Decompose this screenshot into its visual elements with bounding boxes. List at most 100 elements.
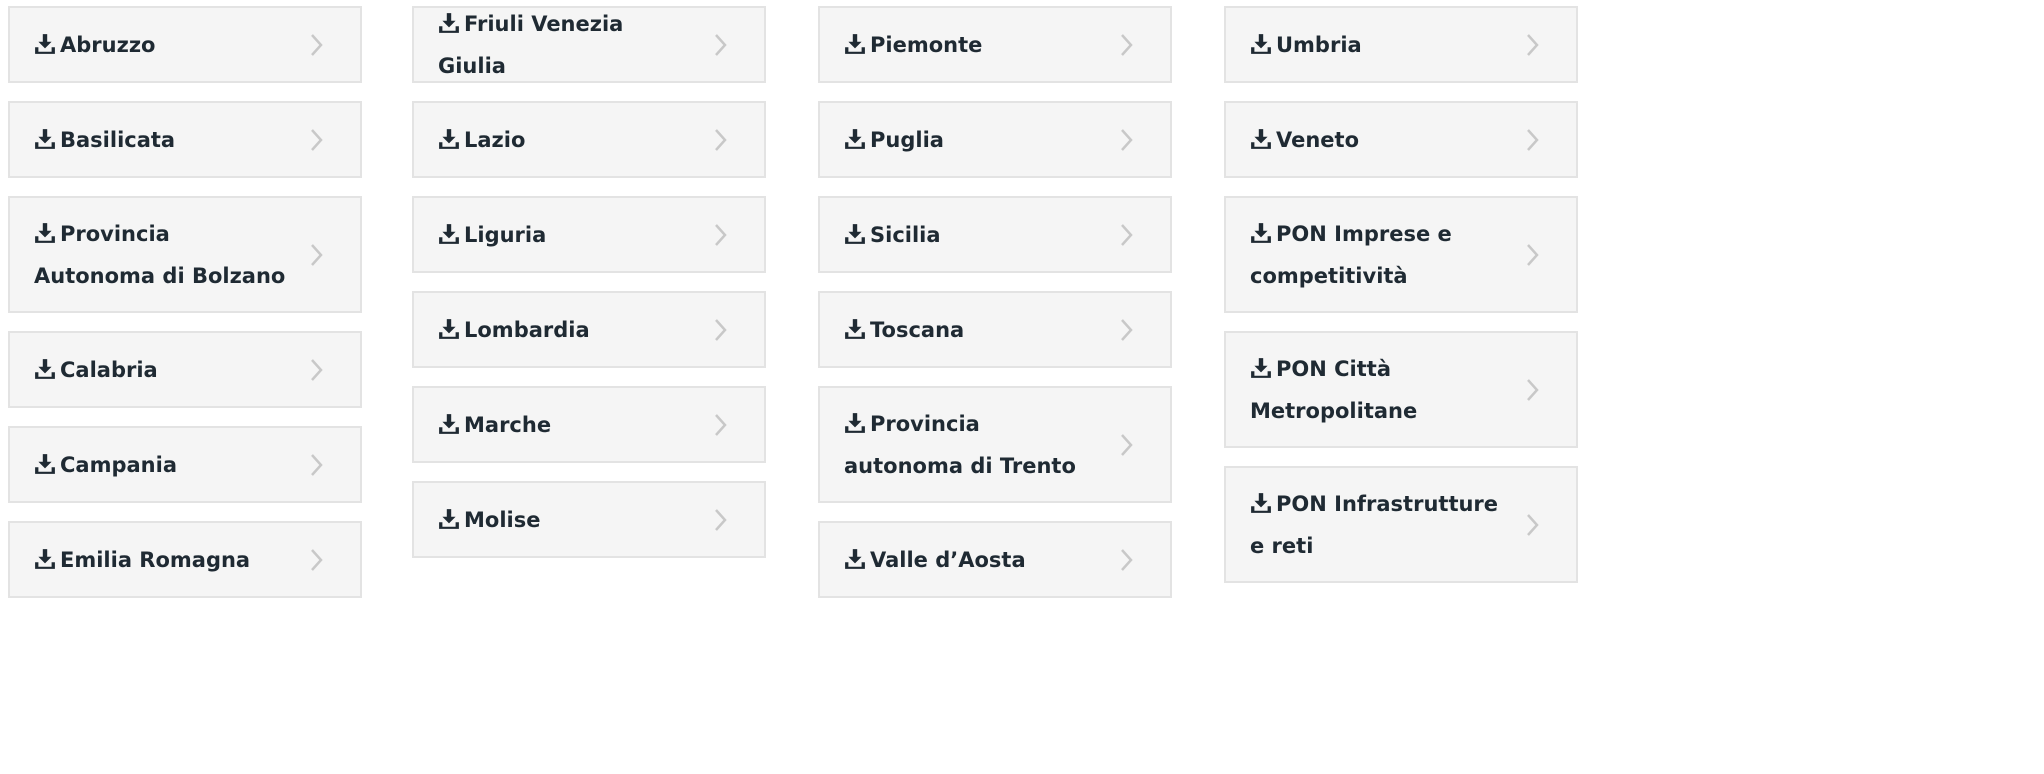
download-icon	[845, 412, 865, 433]
download-icon	[1251, 357, 1271, 378]
download-icon	[35, 33, 55, 54]
download-item-pon-infrastrutture[interactable]: PON Infrastrutture e reti	[1224, 466, 1578, 583]
download-item-pon-imprese[interactable]: PON Imprese e competitività	[1224, 196, 1578, 313]
download-item-toscana[interactable]: Toscana	[818, 291, 1172, 368]
item-text: Calabria	[34, 349, 290, 391]
item-text: Provincia Autonoma di Bolzano	[34, 213, 290, 297]
item-text: PON Città Metropolitane	[1250, 348, 1506, 432]
download-icon	[1251, 128, 1271, 149]
item-label: Marche	[464, 412, 552, 437]
download-icon	[845, 128, 865, 149]
item-text: Puglia	[844, 119, 1100, 161]
download-item-veneto[interactable]: Veneto	[1224, 101, 1578, 178]
item-label: Toscana	[870, 317, 965, 342]
item-text: Provincia autonoma di Trento	[844, 403, 1100, 487]
download-icon	[35, 222, 55, 243]
download-item-sicilia[interactable]: Sicilia	[818, 196, 1172, 273]
download-item-calabria[interactable]: Calabria	[8, 331, 362, 408]
download-item-valle-daosta[interactable]: Valle d’Aosta	[818, 521, 1172, 598]
chevron-right-icon	[311, 358, 323, 381]
item-label: PON Infrastrutture e reti	[1250, 491, 1499, 558]
chevron-right-icon	[311, 453, 323, 476]
chevron-right-icon	[1527, 243, 1539, 266]
download-icon	[439, 318, 459, 339]
item-text: Liguria	[438, 214, 694, 256]
item-label: Veneto	[1276, 127, 1360, 152]
download-item-piemonte[interactable]: Piemonte	[818, 6, 1172, 83]
chevron-right-icon	[311, 33, 323, 56]
download-item-molise[interactable]: Molise	[412, 481, 766, 558]
chevron-right-icon	[311, 548, 323, 571]
item-text: Toscana	[844, 309, 1100, 351]
download-item-abruzzo[interactable]: Abruzzo	[8, 6, 362, 83]
download-icon	[439, 12, 459, 33]
download-icon	[35, 358, 55, 379]
item-label: Calabria	[60, 357, 158, 382]
item-text: Umbria	[1250, 24, 1506, 66]
download-item-umbria[interactable]: Umbria	[1224, 6, 1578, 83]
download-icon	[35, 453, 55, 474]
chevron-right-icon	[1527, 33, 1539, 56]
item-label: Lombardia	[464, 317, 590, 342]
item-text: PON Infrastrutture e reti	[1250, 483, 1506, 567]
item-label: Campania	[60, 452, 177, 477]
item-text: Friuli Venezia Giulia	[438, 3, 694, 87]
chevron-right-icon	[715, 223, 727, 246]
download-item-trento[interactable]: Provincia autonoma di Trento	[818, 386, 1172, 503]
chevron-right-icon	[715, 128, 727, 151]
download-item-marche[interactable]: Marche	[412, 386, 766, 463]
download-item-pon-citta[interactable]: PON Città Metropolitane	[1224, 331, 1578, 448]
item-text: Lazio	[438, 119, 694, 161]
download-icon	[1251, 222, 1271, 243]
item-label: Friuli Venezia Giulia	[438, 11, 624, 78]
download-item-puglia[interactable]: Puglia	[818, 101, 1172, 178]
download-icon	[1251, 33, 1271, 54]
chevron-right-icon	[311, 128, 323, 151]
item-text: Basilicata	[34, 119, 290, 161]
download-item-emilia-romagna[interactable]: Emilia Romagna	[8, 521, 362, 598]
item-label: Provincia autonoma di Trento	[844, 411, 1076, 478]
item-label: Provincia Autonoma di Bolzano	[34, 221, 286, 288]
item-text: Sicilia	[844, 214, 1100, 256]
item-text: PON Imprese e competitività	[1250, 213, 1506, 297]
item-label: Puglia	[870, 127, 944, 152]
download-item-lombardia[interactable]: Lombardia	[412, 291, 766, 368]
item-text: Piemonte	[844, 24, 1100, 66]
download-item-campania[interactable]: Campania	[8, 426, 362, 503]
item-text: Molise	[438, 499, 694, 541]
chevron-right-icon	[1527, 378, 1539, 401]
item-text: Veneto	[1250, 119, 1506, 161]
chevron-right-icon	[1527, 128, 1539, 151]
chevron-right-icon	[715, 33, 727, 56]
download-item-basilicata[interactable]: Basilicata	[8, 101, 362, 178]
download-icon	[845, 548, 865, 569]
download-item-lazio[interactable]: Lazio	[412, 101, 766, 178]
download-item-friuli[interactable]: Friuli Venezia Giulia	[412, 6, 766, 83]
download-icon	[35, 548, 55, 569]
item-text: Emilia Romagna	[34, 539, 290, 581]
download-icon	[35, 128, 55, 149]
download-item-bolzano[interactable]: Provincia Autonoma di Bolzano	[8, 196, 362, 313]
chevron-right-icon	[1121, 433, 1133, 456]
item-label: Emilia Romagna	[60, 547, 251, 572]
download-item-liguria[interactable]: Liguria	[412, 196, 766, 273]
chevron-right-icon	[1121, 318, 1133, 341]
download-icon	[845, 33, 865, 54]
item-text: Abruzzo	[34, 24, 290, 66]
chevron-right-icon	[715, 318, 727, 341]
chevron-right-icon	[311, 243, 323, 266]
item-text: Valle d’Aosta	[844, 539, 1100, 581]
item-label: Liguria	[464, 222, 547, 247]
chevron-right-icon	[1121, 128, 1133, 151]
item-label: Abruzzo	[60, 32, 156, 57]
chevron-right-icon	[1121, 223, 1133, 246]
chevron-right-icon	[1527, 513, 1539, 536]
chevron-right-icon	[715, 508, 727, 531]
item-label: Valle d’Aosta	[870, 547, 1026, 572]
item-label: PON Imprese e competitività	[1250, 221, 1452, 288]
item-text: Campania	[34, 444, 290, 486]
item-text: Marche	[438, 404, 694, 446]
download-icon	[845, 223, 865, 244]
download-icon	[439, 508, 459, 529]
download-icon	[439, 128, 459, 149]
